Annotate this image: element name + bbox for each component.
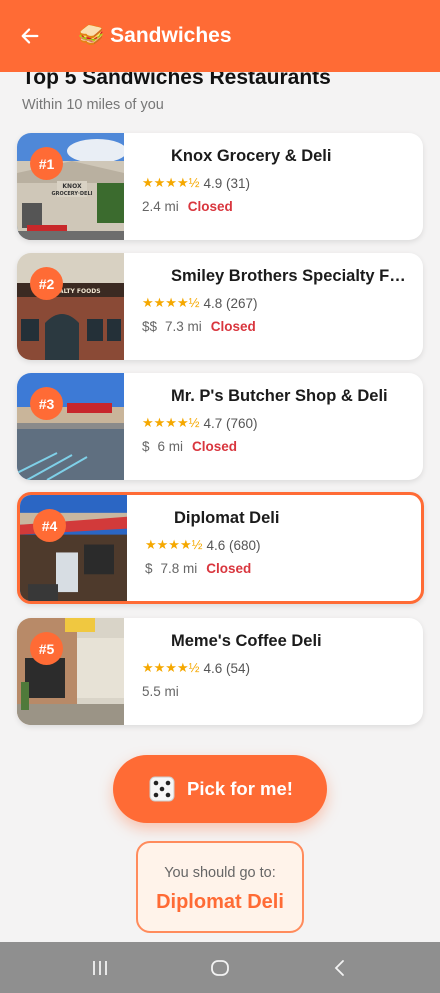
restaurant-photo xyxy=(20,495,127,601)
restaurant-name: Diplomat Deli xyxy=(174,509,280,527)
svg-text:GROCERY·DELI: GROCERY·DELI xyxy=(52,191,93,197)
dice-icon xyxy=(147,774,177,804)
status-badge: Closed xyxy=(187,199,233,214)
result-value: Diplomat Deli xyxy=(156,891,284,913)
star-icons: ★★★★½ xyxy=(145,537,203,552)
distance: 7.3 mi xyxy=(165,319,202,334)
rating-value: 4.9 xyxy=(203,175,223,191)
result-label: You should go to: xyxy=(164,865,276,881)
rank-badge: #3 xyxy=(30,387,63,420)
review-count: (680) xyxy=(229,537,261,553)
meta-row: $ 7.8 mi Closed xyxy=(145,561,407,576)
price-level: $$ xyxy=(142,319,158,334)
restaurant-card[interactable]: #5 Meme's Coffee Deli ★★★★½ 4.6 (54) 5.5… xyxy=(17,618,423,725)
list-heading: Top 5 Sandwiches Restaurants xyxy=(22,72,331,89)
result-box: You should go to: Diplomat Deli xyxy=(136,841,304,933)
rating-row: ★★★★½ 4.6 (680) xyxy=(145,537,407,553)
restaurant-card[interactable]: KNOX GROCERY·DELI #1 Knox Grocery & Deli… xyxy=(17,133,423,240)
rating-value: 4.7 xyxy=(203,415,223,431)
back-icon[interactable] xyxy=(320,948,360,988)
rank-badge: #4 xyxy=(33,509,66,542)
pick-for-me-button[interactable]: Pick for me! xyxy=(113,755,327,823)
arrow-left-icon xyxy=(21,28,39,44)
star-icons: ★★★★½ xyxy=(142,295,200,310)
meta-row: $ 6 mi Closed xyxy=(142,439,409,454)
rating-row: ★★★★½ 4.7 (760) xyxy=(142,415,409,431)
pick-button-label: Pick for me! xyxy=(187,778,293,799)
review-count: (760) xyxy=(226,415,258,431)
page-title: 🥪 Sandwiches xyxy=(78,24,232,48)
rating-value: 4.8 xyxy=(203,295,223,311)
distance: 2.4 mi xyxy=(142,199,179,214)
meta-row: $$ 7.3 mi Closed xyxy=(142,319,409,334)
restaurant-card-selected[interactable]: #4 Diplomat Deli ★★★★½ 4.6 (680) $ 7.8 m… xyxy=(17,492,424,604)
price-level: $ xyxy=(142,439,150,454)
recent-apps-icon[interactable] xyxy=(80,948,120,988)
distance: 7.8 mi xyxy=(160,561,198,576)
restaurant-card[interactable]: #3 Mr. P's Butcher Shop & Deli ★★★★½ 4.7… xyxy=(17,373,423,480)
review-count: (267) xyxy=(226,295,258,311)
sandwich-icon: 🥪 xyxy=(78,24,105,47)
rating-row: ★★★★½ 4.6 (54) xyxy=(142,660,409,676)
restaurant-name: Smiley Brothers Specialty Fo... xyxy=(171,267,409,285)
restaurant-info: Diplomat Deli ★★★★½ 4.6 (680) $ 7.8 mi C… xyxy=(145,509,407,576)
system-nav-bar xyxy=(0,942,440,993)
meta-row: 2.4 mi Closed xyxy=(142,199,409,214)
meta-row: 5.5 mi xyxy=(142,684,409,699)
rank-badge: #1 xyxy=(30,147,63,180)
rating-value: 4.6 xyxy=(203,660,223,676)
status-badge: Closed xyxy=(206,561,252,576)
star-icons: ★★★★½ xyxy=(142,660,200,675)
back-button[interactable] xyxy=(0,0,60,72)
home-icon[interactable] xyxy=(200,948,240,988)
star-icons: ★★★★½ xyxy=(142,175,200,190)
status-badge: Closed xyxy=(192,439,238,454)
restaurant-info: Meme's Coffee Deli ★★★★½ 4.6 (54) 5.5 mi xyxy=(142,632,409,699)
app-bar: 🥪 Sandwiches xyxy=(0,0,440,72)
restaurant-photo: SPECIALTY FOODS xyxy=(17,253,124,360)
star-icons: ★★★★½ xyxy=(142,415,200,430)
restaurant-photo xyxy=(17,618,124,725)
rank-badge: #2 xyxy=(30,267,63,300)
restaurant-name: Mr. P's Butcher Shop & Deli xyxy=(171,387,388,405)
restaurant-info: Smiley Brothers Specialty Fo... ★★★★½ 4.… xyxy=(142,267,409,334)
rating-row: ★★★★½ 4.9 (31) xyxy=(142,175,409,191)
svg-text:KNOX: KNOX xyxy=(62,183,82,190)
restaurant-name: Knox Grocery & Deli xyxy=(171,147,332,165)
restaurant-info: Knox Grocery & Deli ★★★★½ 4.9 (31) 2.4 m… xyxy=(142,147,409,214)
review-count: (31) xyxy=(226,175,251,191)
rating-row: ★★★★½ 4.8 (267) xyxy=(142,295,409,311)
restaurant-info: Mr. P's Butcher Shop & Deli ★★★★½ 4.7 (7… xyxy=(142,387,409,454)
restaurant-photo xyxy=(17,373,124,480)
review-count: (54) xyxy=(226,660,251,676)
status-badge: Closed xyxy=(210,319,256,334)
restaurant-photo: KNOX GROCERY·DELI xyxy=(17,133,124,240)
main-content[interactable]: Top 5 Sandwiches Restaurants Within 10 m… xyxy=(0,72,440,942)
distance: 6 mi xyxy=(157,439,184,454)
rating-value: 4.6 xyxy=(206,537,226,553)
rank-badge: #5 xyxy=(30,632,63,665)
page-title-text: Sandwiches xyxy=(110,24,232,47)
list-subheading: Within 10 miles of you xyxy=(22,97,164,113)
price-level: $ xyxy=(145,561,153,576)
restaurant-name: Meme's Coffee Deli xyxy=(171,632,322,650)
distance: 5.5 mi xyxy=(142,684,179,699)
restaurant-card[interactable]: SPECIALTY FOODS #2 Smiley Brothers Speci… xyxy=(17,253,423,360)
